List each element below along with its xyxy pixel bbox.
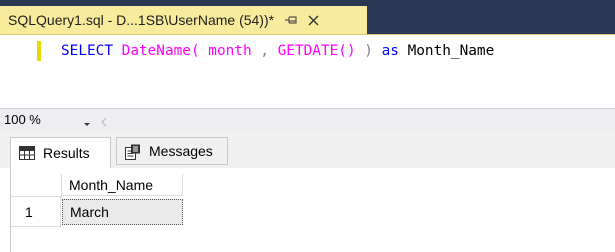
- sql-datepart-month: month: [199, 43, 261, 59]
- query-editor[interactable]: SELECT DateName( month , GETDATE() ) as …: [0, 34, 615, 109]
- tab-messages-label: Messages: [149, 143, 213, 159]
- row-number[interactable]: 1: [11, 197, 61, 227]
- grid-icon: [19, 146, 35, 160]
- tab-results[interactable]: Results: [10, 137, 111, 168]
- grid-corner[interactable]: [11, 174, 62, 197]
- tab-messages[interactable]: Messages: [116, 137, 228, 165]
- chevron-down-icon[interactable]: [82, 114, 92, 126]
- messages-icon: [125, 144, 141, 160]
- sql-keyword-select: SELECT: [61, 43, 113, 59]
- sql-comma: ,: [260, 43, 269, 59]
- sql-close-paren: ): [355, 43, 382, 59]
- zoom-select[interactable]: 100 %: [4, 111, 94, 128]
- document-tab[interactable]: SQLQuery1.sql - D...1SB\UserName (54))*: [0, 6, 367, 34]
- sql-space: [113, 43, 122, 59]
- sql-function-datename: DateName(: [121, 43, 200, 59]
- zoom-value: 100 %: [4, 112, 41, 127]
- column-header[interactable]: Month_Name: [62, 174, 183, 196]
- close-icon[interactable]: [306, 13, 320, 27]
- sql-keyword-as: as: [381, 43, 399, 59]
- pin-icon[interactable]: [284, 13, 298, 27]
- tab-results-label: Results: [43, 145, 90, 161]
- change-marker: [37, 41, 41, 61]
- document-tab-strip: SQLQuery1.sql - D...1SB\UserName (54))*: [0, 0, 615, 36]
- table-cell[interactable]: March: [62, 199, 183, 225]
- document-tab-title: SQLQuery1.sql - D...1SB\UserName (54))*: [8, 12, 275, 28]
- results-grid: Month_Name 1 March: [10, 168, 615, 252]
- sql-function-getdate: GETDATE(): [268, 43, 356, 59]
- code-line[interactable]: SELECT DateName( month , GETDATE() ) as …: [61, 42, 494, 60]
- sql-alias: Month_Name: [398, 43, 495, 59]
- scroll-left-icon[interactable]: [100, 113, 108, 127]
- zoom-bar: 100 %: [0, 108, 615, 132]
- results-tab-bar: Results Messages: [0, 131, 615, 168]
